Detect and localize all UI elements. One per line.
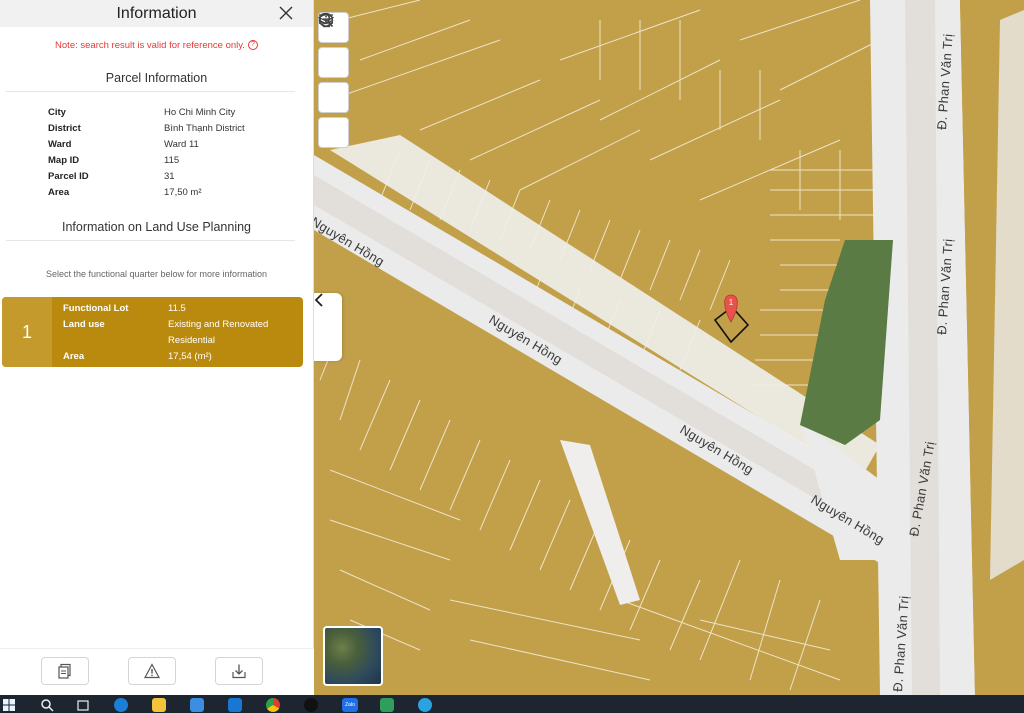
download-button[interactable]	[215, 657, 263, 685]
task-view-icon[interactable]	[76, 698, 90, 712]
info-row-ward: Ward Ward 11	[48, 136, 313, 152]
info-value: 17,50 m²	[164, 186, 202, 198]
info-value: Bình Thạnh District	[164, 122, 245, 134]
divider	[6, 240, 295, 241]
information-panel: Information Note: search result is valid…	[0, 0, 314, 695]
info-key: Parcel ID	[48, 170, 89, 182]
panel-header: Information	[0, 0, 313, 27]
mail-icon[interactable]	[228, 698, 242, 712]
satellite-minimap-button[interactable]	[323, 626, 383, 686]
lot-details: Functional Lot 11.5 Land use Existing and …	[52, 297, 288, 367]
app-icon[interactable]	[380, 698, 394, 712]
warning-icon	[144, 663, 160, 679]
info-row-map-id: Map ID 115	[48, 152, 313, 168]
planning-section-title: Information on Land Use Planning	[61, 220, 251, 234]
note-text: Note: search result is valid for referen…	[55, 40, 245, 51]
lot-row-area: Area 17,54 (m²)	[63, 349, 288, 365]
collapse-panel-button[interactable]	[314, 293, 342, 361]
search-icon[interactable]	[40, 698, 54, 712]
planning-hint: Select the functional quarter below for …	[45, 269, 268, 279]
windows-start-icon[interactable]	[2, 698, 16, 712]
map-info-button[interactable]	[318, 12, 349, 148]
close-icon[interactable]	[279, 3, 293, 23]
info-row-parcel-id: Parcel ID 31	[48, 168, 313, 184]
map-list-button[interactable]	[318, 14, 349, 113]
panel-footer	[0, 648, 314, 695]
lot-value: 17,54 (m²)	[168, 351, 212, 362]
info-row-district: District Bình Thạnh District	[48, 120, 313, 136]
report-issue-button[interactable]	[128, 657, 176, 685]
parcel-section-title: Parcel Information	[105, 71, 208, 85]
info-key: Ward	[48, 138, 72, 150]
lot-key: Area	[63, 351, 85, 362]
map-toolbar	[318, 12, 349, 148]
info-value: Ho Chi Minh City	[164, 106, 236, 118]
chevron-left-icon	[314, 293, 323, 307]
edge-icon[interactable]	[114, 698, 128, 712]
functional-lot-card[interactable]: 1 Functional Lot 11.5 Land use Existing an…	[2, 297, 303, 367]
lot-number: 1	[2, 297, 52, 367]
lot-row-land-use: Land use Existing and Renovated Residenti…	[63, 317, 288, 349]
store-icon[interactable]	[190, 698, 204, 712]
info-key: Map ID	[48, 154, 80, 166]
info-row-area: Area 17,50 m²	[48, 184, 313, 200]
chrome-icon[interactable]	[266, 698, 280, 712]
info-key: City	[48, 106, 66, 118]
lot-value: Existing and Renovated Residential	[168, 319, 269, 346]
lot-value: 11.5	[168, 303, 186, 314]
zalo-icon[interactable]: Zalo	[342, 698, 358, 712]
info-value: 115	[164, 154, 180, 166]
document-icon	[58, 663, 71, 679]
file-explorer-icon[interactable]	[152, 698, 166, 712]
info-value: Ward 11	[164, 138, 199, 150]
lot-key: Land use	[63, 319, 105, 330]
windows-taskbar: Zalo	[0, 695, 1024, 713]
info-value: 31	[164, 170, 175, 182]
map-layers-button[interactable]	[318, 13, 349, 78]
tiktok-icon[interactable]	[304, 698, 318, 712]
copy-document-button[interactable]	[41, 657, 89, 685]
reference-note: Note: search result is valid for referen…	[0, 40, 313, 51]
lot-row-functional-lot: Functional Lot 11.5	[63, 301, 288, 317]
divider	[6, 91, 295, 92]
lot-key: Functional Lot	[63, 303, 129, 314]
telegram-icon[interactable]	[418, 698, 432, 712]
info-key: Area	[48, 186, 70, 198]
panel-title: Information	[116, 4, 197, 22]
help-icon[interactable]: ?	[247, 40, 258, 51]
parcel-info-table: City Ho Chi Minh City District Bình Thạnh …	[48, 104, 313, 200]
info-row-city: City Ho Chi Minh City	[48, 104, 313, 120]
download-icon	[232, 664, 246, 679]
marker-label: 1	[729, 298, 734, 307]
info-key: District	[48, 122, 81, 134]
info-icon	[318, 12, 334, 28]
